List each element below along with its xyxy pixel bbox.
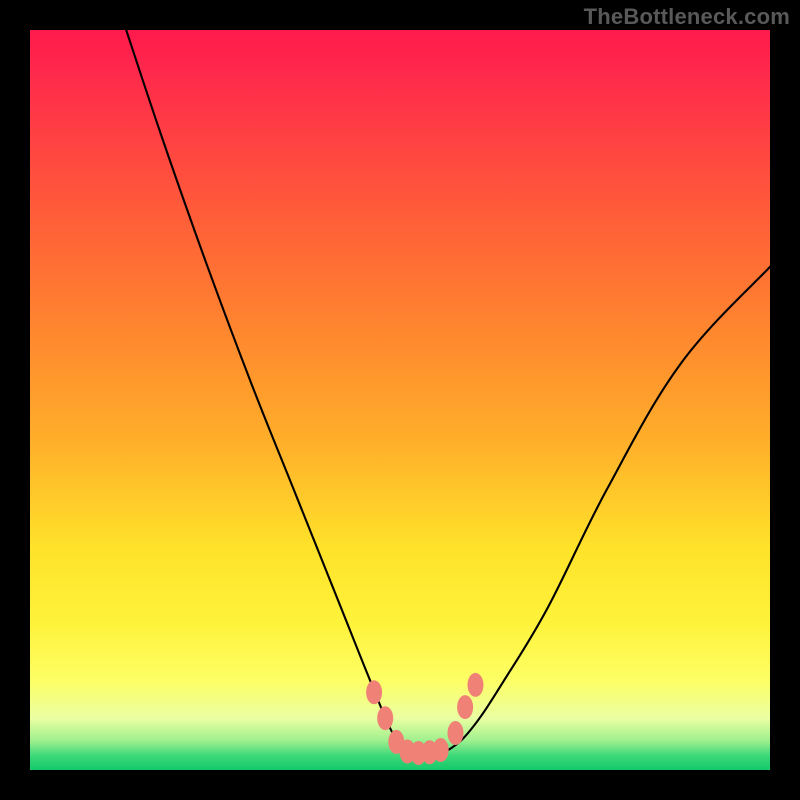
marker-dot bbox=[377, 706, 393, 730]
plot-area bbox=[30, 30, 770, 770]
marker-dot bbox=[366, 680, 382, 704]
chart-frame: TheBottleneck.com bbox=[0, 0, 800, 800]
marker-dot bbox=[457, 695, 473, 719]
marker-dot bbox=[467, 673, 483, 697]
curve-path bbox=[126, 30, 770, 755]
marker-points bbox=[366, 673, 483, 765]
chart-svg bbox=[30, 30, 770, 770]
watermark-text: TheBottleneck.com bbox=[584, 4, 790, 30]
marker-dot bbox=[448, 721, 464, 745]
bottleneck-curve bbox=[126, 30, 770, 755]
marker-dot bbox=[433, 738, 449, 762]
